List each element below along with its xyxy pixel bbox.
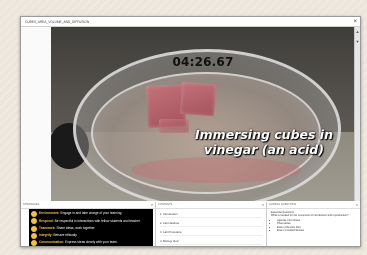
strategies-header-label: STRATEGIES <box>23 203 40 206</box>
window-title: CUBES_AREA_VOLUME_AND_DIFFUSION <box>25 20 90 24</box>
agar-cube <box>179 81 217 117</box>
strategy-name: Environment: <box>39 211 60 216</box>
strategy-item: Teamwork: Share ideas, work together. <box>31 225 151 232</box>
strategy-item: Respond: Be respectful in interactions w… <box>31 218 151 225</box>
scroll-down-icon[interactable]: ▼ <box>355 39 360 44</box>
strategies-header: STRATEGIES × <box>21 202 155 209</box>
questions-header-label: GUIDING QUESTIONS <box>269 203 297 206</box>
question-bullet: Exam 4 Guided Review <box>277 229 356 232</box>
presentation-window: CUBES_AREA_VOLUME_AND_DIFFUSION × 04:26.… <box>20 16 361 247</box>
strategy-text: Share ideas, work together. <box>56 225 96 230</box>
contents-item[interactable]: 1. Introduction <box>160 212 262 218</box>
strategy-icon <box>31 225 37 232</box>
strategy-item: Environment: Engage in and take charge o… <box>31 211 151 218</box>
contents-item[interactable]: 2. Lab Handout <box>160 221 262 227</box>
strategy-text: Express ideas clearly with your team. <box>65 240 118 245</box>
strategy-icon <box>31 239 37 246</box>
panel-close-icon[interactable]: × <box>262 202 264 208</box>
panel-close-icon[interactable]: × <box>151 202 153 208</box>
strategy-name: Teamwork: <box>39 225 56 230</box>
strategy-icon <box>31 211 37 218</box>
strategy-text: Be respectful in interactions with fello… <box>54 218 141 223</box>
panel-close-icon[interactable]: × <box>356 202 358 208</box>
window-titlebar: CUBES_AREA_VOLUME_AND_DIFFUSION × <box>21 17 360 27</box>
vinegar-liquid <box>131 157 301 183</box>
caption-line-1: Immersing cubes in <box>195 127 333 142</box>
video-player[interactable]: 04:26.67 Immersing cubes in vinegar (an … <box>51 27 355 201</box>
strategy-name: Communication: <box>39 240 65 245</box>
strategy-name: Integrity: <box>39 232 53 237</box>
strategy-item: Communication: Express ideas clearly wit… <box>31 239 151 246</box>
contents-header-label: CONTENTS <box>158 203 173 206</box>
bottom-panels: STRATEGIES × Environment: Engage in and … <box>21 202 360 246</box>
contents-panel: CONTENTS × 1. Introduction 2. Lab Handou… <box>155 202 266 246</box>
questions-lead: What is needed for the movement of cell … <box>271 214 349 218</box>
questions-panel: GUIDING QUESTIONS × Essential Questions … <box>266 202 360 246</box>
video-caption: Immersing cubes in vinegar (an acid) <box>169 127 355 157</box>
questions-list: Agenda: Intro Notes Pharmacies Exam 2 Re… <box>277 219 356 233</box>
left-sidebar-strip <box>21 27 51 201</box>
right-scroll-rail[interactable]: ▲ ▼ <box>354 27 360 201</box>
strategy-icon <box>31 232 37 239</box>
caption-line-2: vinegar (an acid) <box>204 142 324 157</box>
strategies-list: Environment: Engage in and take charge o… <box>29 209 153 246</box>
strategy-icon <box>31 218 37 225</box>
questions-body: Essential Questions What is needed for t… <box>267 209 360 234</box>
strategy-text: Behave ethically. <box>53 232 78 237</box>
scroll-up-icon[interactable]: ▲ <box>355 29 360 34</box>
video-timer: 04:26.67 <box>172 55 234 69</box>
questions-header: GUIDING QUESTIONS × <box>267 202 360 209</box>
contents-header: CONTENTS × <box>156 202 266 209</box>
strategy-name: Respond: <box>39 218 54 223</box>
close-icon[interactable]: × <box>353 17 357 27</box>
strategy-text: Engage in and take charge of your learni… <box>60 211 123 216</box>
strategies-panel: STRATEGIES × Environment: Engage in and … <box>21 202 155 246</box>
strategy-item: Integrity: Behave ethically. <box>31 232 151 239</box>
contents-item[interactable]: 4. Biology Quiz <box>160 239 262 245</box>
contents-item[interactable]: 3. Lab Procedure <box>160 230 262 236</box>
